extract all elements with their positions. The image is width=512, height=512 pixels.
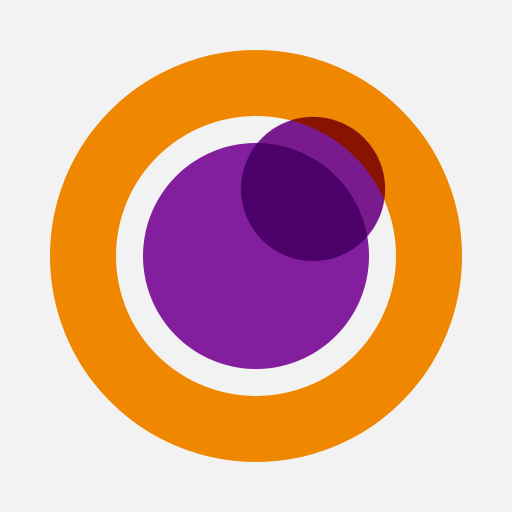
ring-and-circles-logo bbox=[50, 50, 462, 462]
app-icon-canvas bbox=[0, 0, 512, 512]
